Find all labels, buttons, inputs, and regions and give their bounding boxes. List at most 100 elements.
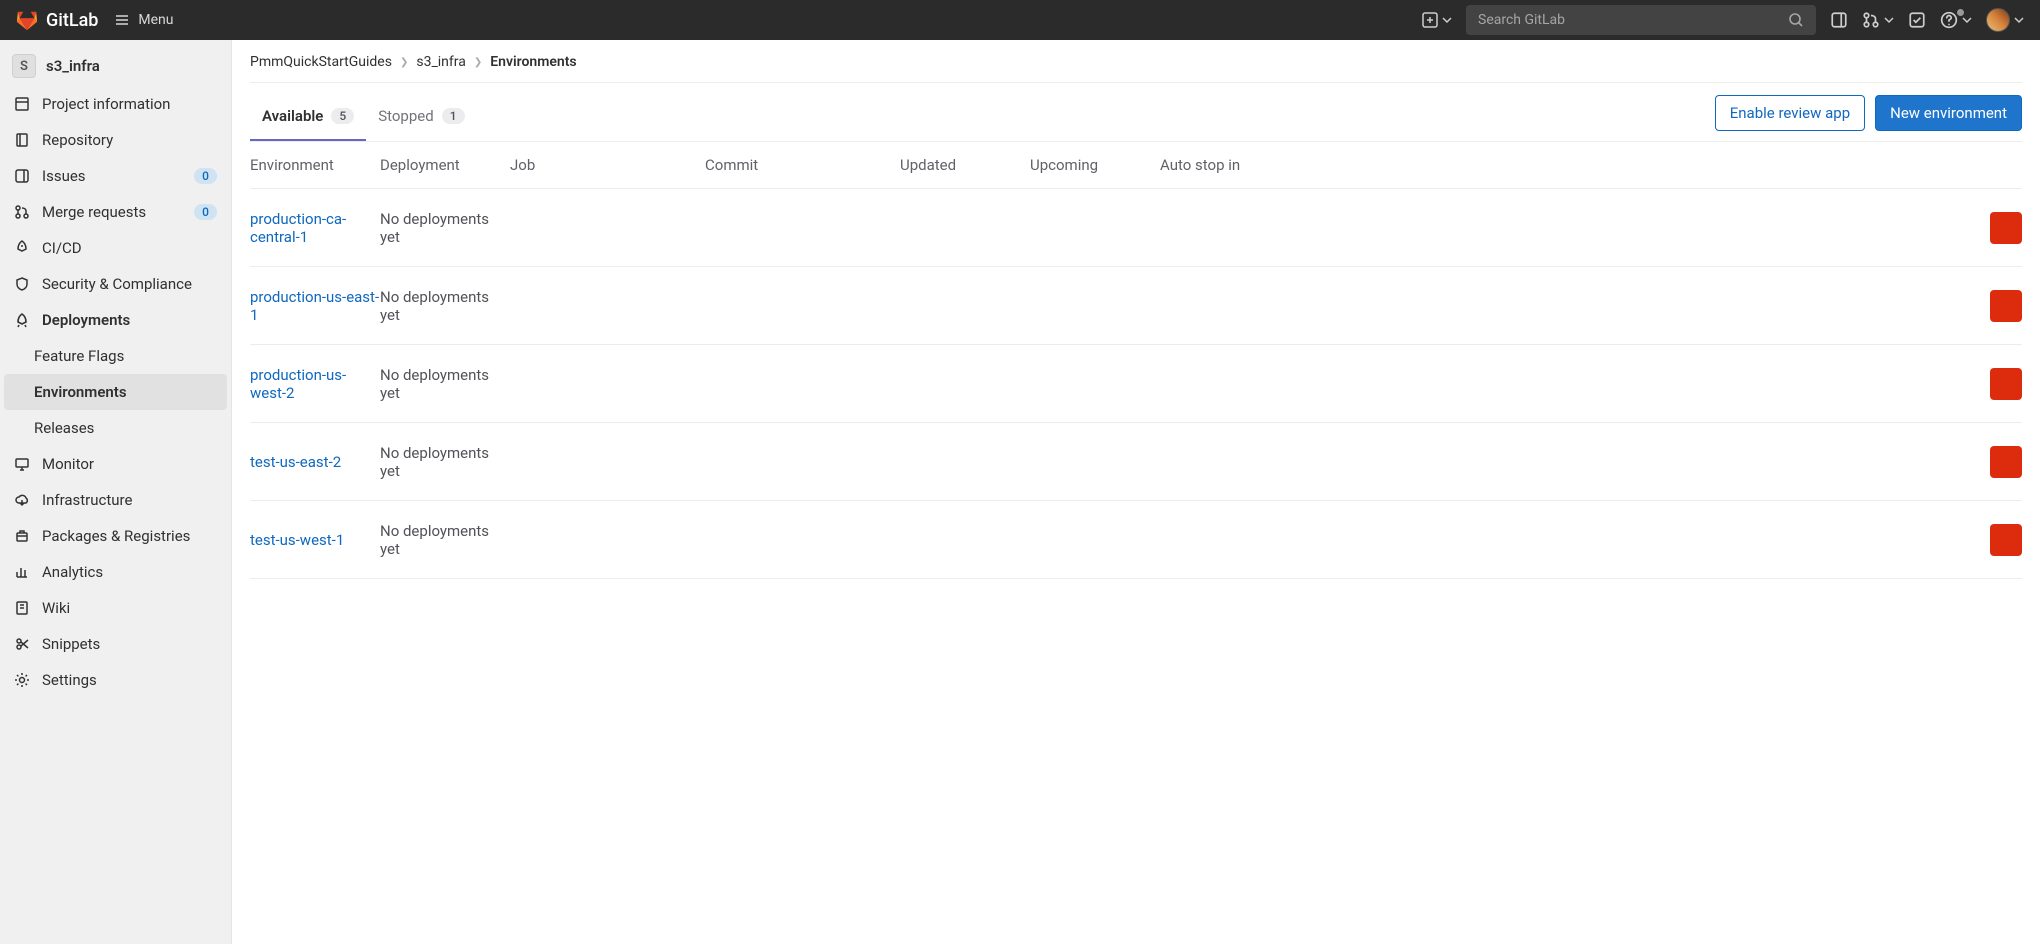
sidebar-item-label: Deployments — [42, 311, 130, 329]
table-row: test-us-west-1 No deployments yet — [250, 501, 2022, 579]
merge-icon — [14, 204, 30, 220]
sidebar-item-issues[interactable]: Issues 0 — [0, 158, 231, 194]
new-environment-button[interactable]: New environment — [1875, 95, 2022, 131]
sidebar-item-label: Repository — [42, 131, 113, 149]
gear-icon — [14, 672, 30, 688]
header-right — [1422, 5, 2024, 35]
sidebar-sub-feature-flags[interactable]: Feature Flags — [0, 338, 231, 374]
col-autostop: Auto stop in — [1160, 156, 1320, 174]
cloud-icon — [14, 492, 30, 508]
menu-toggle[interactable]: Menu — [114, 12, 173, 28]
scissors-icon — [14, 636, 30, 652]
top-header: GitLab Menu — [0, 0, 2040, 40]
todos-shortcut[interactable] — [1908, 11, 1926, 29]
project-header[interactable]: S s3_infra — [0, 46, 231, 86]
merge-icon — [1862, 11, 1880, 29]
chevron-down-icon — [2014, 15, 2024, 25]
stop-environment-button[interactable] — [1990, 212, 2022, 244]
stop-environment-button[interactable] — [1990, 368, 2022, 400]
notification-dot-icon — [1957, 9, 1964, 16]
rocket-icon — [14, 240, 30, 256]
table-row: test-us-east-2 No deployments yet — [250, 423, 2022, 501]
sidebar-item-analytics[interactable]: Analytics — [0, 554, 231, 590]
merge-requests-shortcut[interactable] — [1862, 11, 1894, 29]
project-name: s3_infra — [46, 57, 100, 75]
sidebar-sub-label: Environments — [34, 383, 127, 401]
sidebar-item-monitor[interactable]: Monitor — [0, 446, 231, 482]
stop-environment-button[interactable] — [1990, 446, 2022, 478]
tab-stopped[interactable]: Stopped 1 — [366, 97, 476, 139]
sidebar-item-label: Snippets — [42, 635, 100, 653]
issues-icon — [1830, 11, 1848, 29]
sidebar-item-cicd[interactable]: CI/CD — [0, 230, 231, 266]
plus-box-icon — [1422, 12, 1438, 28]
sidebar-item-label: Security & Compliance — [42, 275, 192, 293]
search-input[interactable] — [1478, 12, 1788, 28]
tabs-row: Available 5 Stopped 1 Enable review app … — [250, 83, 2022, 142]
col-job: Job — [510, 156, 705, 174]
stop-environment-button[interactable] — [1990, 290, 2022, 322]
sidebar-item-label: Issues — [42, 167, 86, 185]
table-row: production-us-west-2 No deployments yet — [250, 345, 2022, 423]
sidebar: S s3_infra Project information Repositor… — [0, 40, 232, 944]
sidebar-item-repository[interactable]: Repository — [0, 122, 231, 158]
sidebar-item-wiki[interactable]: Wiki — [0, 590, 231, 626]
count-badge: 1 — [442, 108, 465, 124]
package-icon — [14, 528, 30, 544]
sidebar-item-merge-requests[interactable]: Merge requests 0 — [0, 194, 231, 230]
sidebar-item-packages[interactable]: Packages & Registries — [0, 518, 231, 554]
main-content: PmmQuickStartGuides ❯ s3_infra ❯ Environ… — [232, 40, 2040, 944]
sidebar-item-project-information[interactable]: Project information — [0, 86, 231, 122]
brand[interactable]: GitLab — [16, 9, 98, 31]
sidebar-item-label: Project information — [42, 95, 170, 113]
sidebar-item-label: CI/CD — [42, 239, 82, 257]
sidebar-sub-releases[interactable]: Releases — [0, 410, 231, 446]
sidebar-sub-label: Feature Flags — [34, 347, 124, 365]
sidebar-sub-environments[interactable]: Environments — [4, 374, 227, 410]
sidebar-item-label: Wiki — [42, 599, 70, 617]
environment-link[interactable]: test-us-west-1 — [250, 531, 380, 549]
search-icon — [1788, 12, 1804, 28]
breadcrumb-current: Environments — [490, 54, 576, 70]
breadcrumb: PmmQuickStartGuides ❯ s3_infra ❯ Environ… — [250, 54, 2022, 83]
environment-link[interactable]: production-us-west-2 — [250, 366, 380, 402]
sidebar-item-deployments[interactable]: Deployments — [0, 302, 231, 338]
stop-environment-button[interactable] — [1990, 524, 2022, 556]
table-header: Environment Deployment Job Commit Update… — [250, 142, 2022, 189]
project-avatar: S — [12, 54, 36, 78]
chevron-down-icon — [1884, 15, 1894, 25]
sidebar-item-infrastructure[interactable]: Infrastructure — [0, 482, 231, 518]
environment-link[interactable]: test-us-east-2 — [250, 453, 380, 471]
monitor-icon — [14, 456, 30, 472]
count-badge: 0 — [194, 168, 217, 184]
issues-shortcut[interactable] — [1830, 11, 1848, 29]
todos-icon — [1908, 11, 1926, 29]
search-box[interactable] — [1466, 5, 1816, 35]
tab-label: Stopped — [378, 107, 433, 125]
sidebar-item-snippets[interactable]: Snippets — [0, 626, 231, 662]
count-badge: 0 — [194, 204, 217, 220]
book-icon — [14, 600, 30, 616]
col-upcoming: Upcoming — [1030, 156, 1160, 174]
breadcrumb-project[interactable]: s3_infra — [416, 54, 466, 70]
chevron-right-icon: ❯ — [474, 57, 482, 68]
shield-icon — [14, 276, 30, 292]
sidebar-item-label: Infrastructure — [42, 491, 132, 509]
sidebar-item-label: Packages & Registries — [42, 527, 190, 545]
col-deployment: Deployment — [380, 156, 510, 174]
col-commit: Commit — [705, 156, 900, 174]
environment-link[interactable]: production-ca-central-1 — [250, 210, 380, 246]
user-menu[interactable] — [1986, 8, 2024, 32]
new-dropdown[interactable] — [1422, 12, 1452, 28]
sidebar-item-settings[interactable]: Settings — [0, 662, 231, 698]
enable-review-app-button[interactable]: Enable review app — [1715, 95, 1865, 131]
sidebar-item-security[interactable]: Security & Compliance — [0, 266, 231, 302]
breadcrumb-group[interactable]: PmmQuickStartGuides — [250, 54, 392, 70]
help-icon — [1940, 11, 1958, 29]
help-dropdown[interactable] — [1940, 11, 1972, 29]
environment-link[interactable]: production-us-east-1 — [250, 288, 380, 324]
sidebar-sub-label: Releases — [34, 419, 94, 437]
tab-available[interactable]: Available 5 — [250, 97, 366, 141]
menu-label: Menu — [138, 12, 173, 28]
sidebar-item-label: Settings — [42, 671, 97, 689]
